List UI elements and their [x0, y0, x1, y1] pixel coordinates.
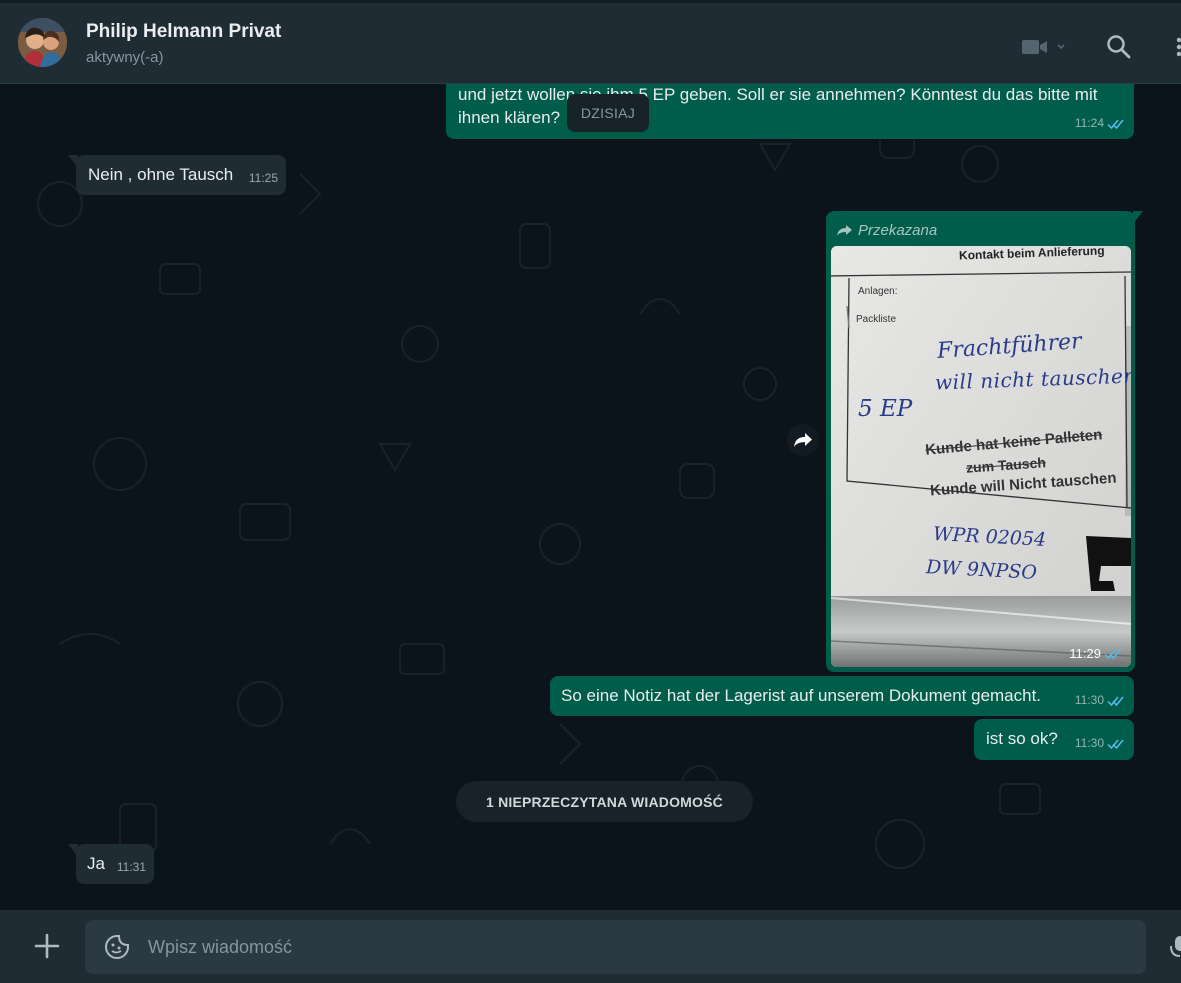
message-bubble-outgoing[interactable]: und jetzt wollen sie ihm 5 EP geben. Sol…: [446, 84, 1134, 139]
attach-button[interactable]: [33, 932, 61, 960]
read-ticks-icon: [1107, 119, 1124, 129]
sticker-button[interactable]: [104, 934, 130, 960]
message-time: 11:31: [116, 860, 146, 874]
contact-status: aktywny(-a): [86, 49, 164, 66]
menu-button[interactable]: [1170, 33, 1181, 61]
message-input-box[interactable]: [85, 920, 1146, 974]
message-text: Nein , ohne Tausch: [88, 165, 234, 184]
message-meta: 11:25: [249, 167, 278, 190]
composer-bar: [0, 910, 1181, 983]
video-call-button[interactable]: [1020, 37, 1068, 57]
chat-header: Philip Helmann Privat aktywny(-a): [0, 0, 1181, 84]
photo-text: Anlagen:: [858, 286, 898, 297]
menu-icon: [1176, 37, 1181, 57]
search-icon: [1107, 35, 1131, 59]
forwarded-label: Przekazana: [836, 219, 937, 242]
message-text: So eine Notiz hat der Lagerist auf unser…: [561, 686, 1042, 705]
message-time: 11:25: [248, 171, 278, 185]
plus-icon: [34, 933, 60, 959]
handwritten-text: 5 EP: [858, 396, 913, 422]
read-ticks-icon: [1104, 649, 1121, 659]
forward-arrow-icon: [794, 433, 812, 447]
contact-avatar[interactable]: [18, 18, 67, 67]
message-bubble-incoming[interactable]: Ja 11:31: [76, 844, 154, 884]
voice-message-button[interactable]: [1168, 934, 1181, 962]
search-button[interactable]: [1105, 33, 1133, 61]
message-text: und jetzt wollen sie ihm 5 EP geben. Sol…: [458, 85, 1098, 104]
document-photo: [831, 246, 1131, 667]
message-input[interactable]: [148, 920, 1128, 974]
photo-text: Packliste: [856, 314, 897, 325]
message-meta: 11:31: [117, 856, 146, 879]
forward-media-button[interactable]: [787, 424, 819, 456]
message-bubble-outgoing[interactable]: So eine Notiz hat der Lagerist auf unser…: [550, 676, 1134, 716]
message-time: 11:29: [1069, 646, 1101, 661]
message-text: ihnen klären?: [458, 108, 561, 127]
day-divider: DZISIAJ: [567, 94, 649, 132]
forwarded-icon: [837, 225, 852, 236]
message-meta: 11:30: [1075, 689, 1125, 712]
message-time: 11:30: [1074, 693, 1104, 707]
message-bubble-incoming[interactable]: Nein , ohne Tausch 11:25: [76, 155, 286, 195]
microphone-icon: [1170, 936, 1181, 957]
message-meta: 11:30: [1075, 732, 1125, 755]
message-text: ist so ok?: [986, 729, 1058, 748]
message-time: 11:24: [1074, 116, 1104, 130]
message-bubble-outgoing[interactable]: ist so ok? 11:30: [974, 719, 1134, 760]
message-text: Ja: [87, 854, 105, 873]
contact-name[interactable]: Philip Helmann Privat: [86, 21, 281, 43]
read-ticks-icon: [1107, 696, 1124, 706]
unread-messages-divider: 1 NIEPRZECZYTANA WIADOMOŚĆ: [456, 781, 753, 822]
chat-area[interactable]: und jetzt wollen sie ihm 5 EP geben. Sol…: [0, 84, 1181, 910]
forwarded-photo[interactable]: Kontakt beim Anlieferung Anlagen: Packli…: [831, 246, 1131, 667]
video-call-icon: [1022, 40, 1065, 54]
read-ticks-icon: [1107, 739, 1124, 749]
message-time: 11:30: [1074, 736, 1104, 750]
message-meta: 11:29: [1069, 646, 1122, 661]
message-meta: 11:24: [1075, 112, 1125, 135]
sticker-icon: [105, 935, 129, 959]
chevron-down-icon: [1057, 44, 1065, 50]
